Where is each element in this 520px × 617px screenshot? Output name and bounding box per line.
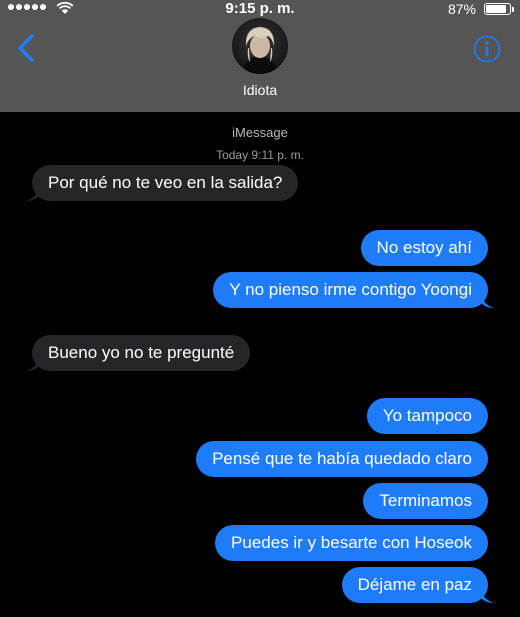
bubble-tail <box>26 355 40 371</box>
bubble-tail <box>480 292 494 308</box>
message-text: No estoy ahí <box>376 238 472 257</box>
battery-level <box>486 5 506 13</box>
info-button[interactable] <box>472 34 502 64</box>
message-text: Y no pienso irme contigo Yoongi <box>229 280 472 299</box>
outgoing-message-bubble[interactable]: Terminamos <box>363 483 488 519</box>
incoming-message-bubble[interactable]: Bueno yo no te pregunté <box>26 335 251 371</box>
bubble-tail <box>26 185 40 201</box>
message-text: Déjame en paz <box>357 575 472 594</box>
message-text: Por qué no te veo en la salida? <box>48 173 283 192</box>
chevron-left-icon <box>18 34 34 62</box>
info-icon <box>473 35 501 63</box>
message-text: Bueno yo no te pregunté <box>48 343 235 362</box>
service-label: iMessage <box>232 125 288 140</box>
status-time: 9:15 p. m. <box>225 0 295 17</box>
message-timestamp: Today 9:11 p. m. <box>216 148 304 162</box>
contact-avatar[interactable] <box>232 18 288 74</box>
message-text: Puedes ir y besarte con Hoseok <box>231 533 472 552</box>
contact-name[interactable]: Idiota <box>0 82 520 98</box>
battery-tip <box>512 7 514 12</box>
incoming-message-bubble[interactable]: Por qué no te veo en la salida? <box>26 165 299 201</box>
message-text: Pensé que te había quedado claro <box>212 449 472 468</box>
outgoing-message-bubble[interactable]: Yo tampoco <box>366 398 488 434</box>
outgoing-message-bubble[interactable]: Puedes ir y besarte con Hoseok <box>215 525 488 561</box>
outgoing-message-bubble[interactable]: Pensé que te había quedado claro <box>196 441 488 477</box>
outgoing-message-bubble[interactable]: Y no pienso irme contigo Yoongi <box>213 272 494 308</box>
bubble-tail <box>480 587 494 603</box>
status-bar: 9:15 p. m. 87% <box>0 0 520 20</box>
back-button[interactable] <box>12 32 44 64</box>
outgoing-message-bubble[interactable]: Déjame en paz <box>341 567 494 603</box>
message-text: Yo tampoco <box>382 406 472 425</box>
battery-icon <box>484 3 511 15</box>
outgoing-message-bubble[interactable]: No estoy ahí <box>360 230 488 266</box>
conversation-header: 9:15 p. m. 87% Idiota <box>0 0 520 112</box>
battery-percent: 87% <box>447 1 476 17</box>
avatar-photo <box>232 18 288 74</box>
message-text: Terminamos <box>379 491 472 510</box>
